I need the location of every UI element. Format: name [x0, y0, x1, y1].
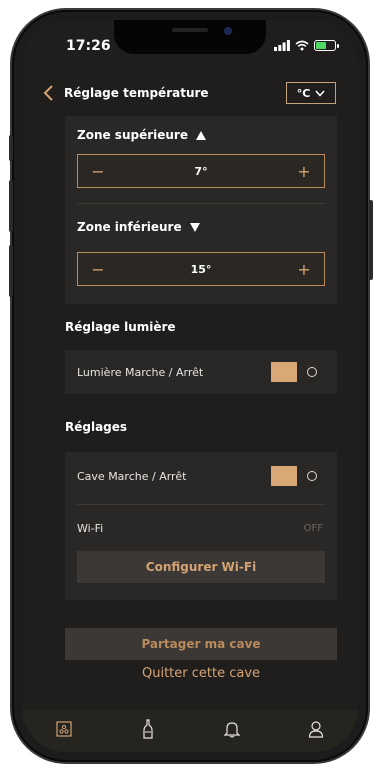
- upper-plus-button[interactable]: +: [294, 162, 314, 181]
- profile-icon: [308, 721, 324, 738]
- speaker-grille: [172, 28, 208, 32]
- divider: [77, 504, 325, 505]
- unit-value: °C: [296, 86, 311, 100]
- bottle-icon: [143, 719, 153, 739]
- cellar-toggle[interactable]: [271, 466, 323, 486]
- page-title: Réglage température: [64, 86, 209, 100]
- triangle-up-icon: [196, 130, 206, 140]
- upper-zone-value: 7°: [194, 164, 208, 178]
- tab-notifications[interactable]: [212, 716, 252, 742]
- wifi-icon: [295, 40, 309, 51]
- toggle-off-icon: [307, 471, 317, 481]
- power-button: [369, 200, 373, 280]
- share-cellar-button[interactable]: Partager ma cave: [65, 628, 337, 660]
- cellar-toggle-label: Cave Marche / Arrêt: [77, 470, 187, 483]
- unit-select[interactable]: °C: [286, 82, 336, 104]
- upper-zone-label: Zone supérieure: [77, 128, 188, 142]
- upper-zone-stepper: − 7° +: [77, 154, 325, 188]
- mute-switch: [9, 135, 13, 161]
- front-camera: [224, 27, 232, 35]
- toggle-knob: [271, 362, 297, 382]
- tab-cellar[interactable]: [44, 716, 84, 742]
- back-chevron-icon[interactable]: [40, 84, 58, 102]
- lower-plus-button[interactable]: +: [294, 260, 314, 279]
- lower-zone-stepper: − 15° +: [77, 252, 325, 286]
- tab-bar: [22, 710, 358, 752]
- wifi-status: OFF: [303, 523, 323, 534]
- leave-cellar-link[interactable]: Quitter cette cave: [65, 666, 337, 681]
- toggle-knob: [271, 466, 297, 486]
- status-time: 17:26: [66, 38, 111, 54]
- volume-down-button: [9, 245, 13, 297]
- triangle-down-icon: [189, 222, 200, 232]
- signal-icon: [274, 40, 290, 51]
- toggle-off-icon: [307, 367, 317, 377]
- cellar-icon: [56, 721, 72, 737]
- wifi-label: Wi-Fi: [77, 522, 104, 535]
- light-section-title: Réglage lumière: [65, 320, 176, 334]
- status-icons: [274, 40, 339, 51]
- divider: [77, 203, 325, 204]
- lower-zone-label: Zone inférieure: [77, 220, 182, 234]
- configure-wifi-button[interactable]: Configurer Wi-Fi: [77, 551, 325, 583]
- volume-up-button: [9, 180, 13, 232]
- light-panel: Lumière Marche / Arrêt: [65, 350, 337, 394]
- light-toggle[interactable]: [271, 362, 323, 382]
- tab-profile[interactable]: [296, 716, 336, 742]
- tab-bottles[interactable]: [128, 716, 168, 742]
- lower-minus-button[interactable]: −: [88, 260, 108, 279]
- light-toggle-label: Lumière Marche / Arrêt: [77, 366, 204, 379]
- upper-zone-heading: Zone supérieure: [77, 128, 206, 142]
- temperature-panel: Zone supérieure − 7° + Zone inférieure −…: [65, 116, 337, 304]
- header: Réglage température °C: [22, 76, 358, 112]
- chevron-down-icon: [315, 90, 325, 97]
- notch: [114, 20, 266, 54]
- battery-icon: [314, 40, 339, 51]
- screen: 17:26 Réglage température °C Zone supéri…: [22, 20, 358, 752]
- settings-panel: Cave Marche / Arrêt Wi-Fi OFF Configurer…: [65, 452, 337, 600]
- lower-zone-heading: Zone inférieure: [77, 220, 200, 234]
- upper-minus-button[interactable]: −: [88, 162, 108, 181]
- bell-icon: [224, 722, 240, 738]
- lower-zone-value: 15°: [190, 262, 212, 276]
- settings-section-title: Réglages: [65, 420, 128, 434]
